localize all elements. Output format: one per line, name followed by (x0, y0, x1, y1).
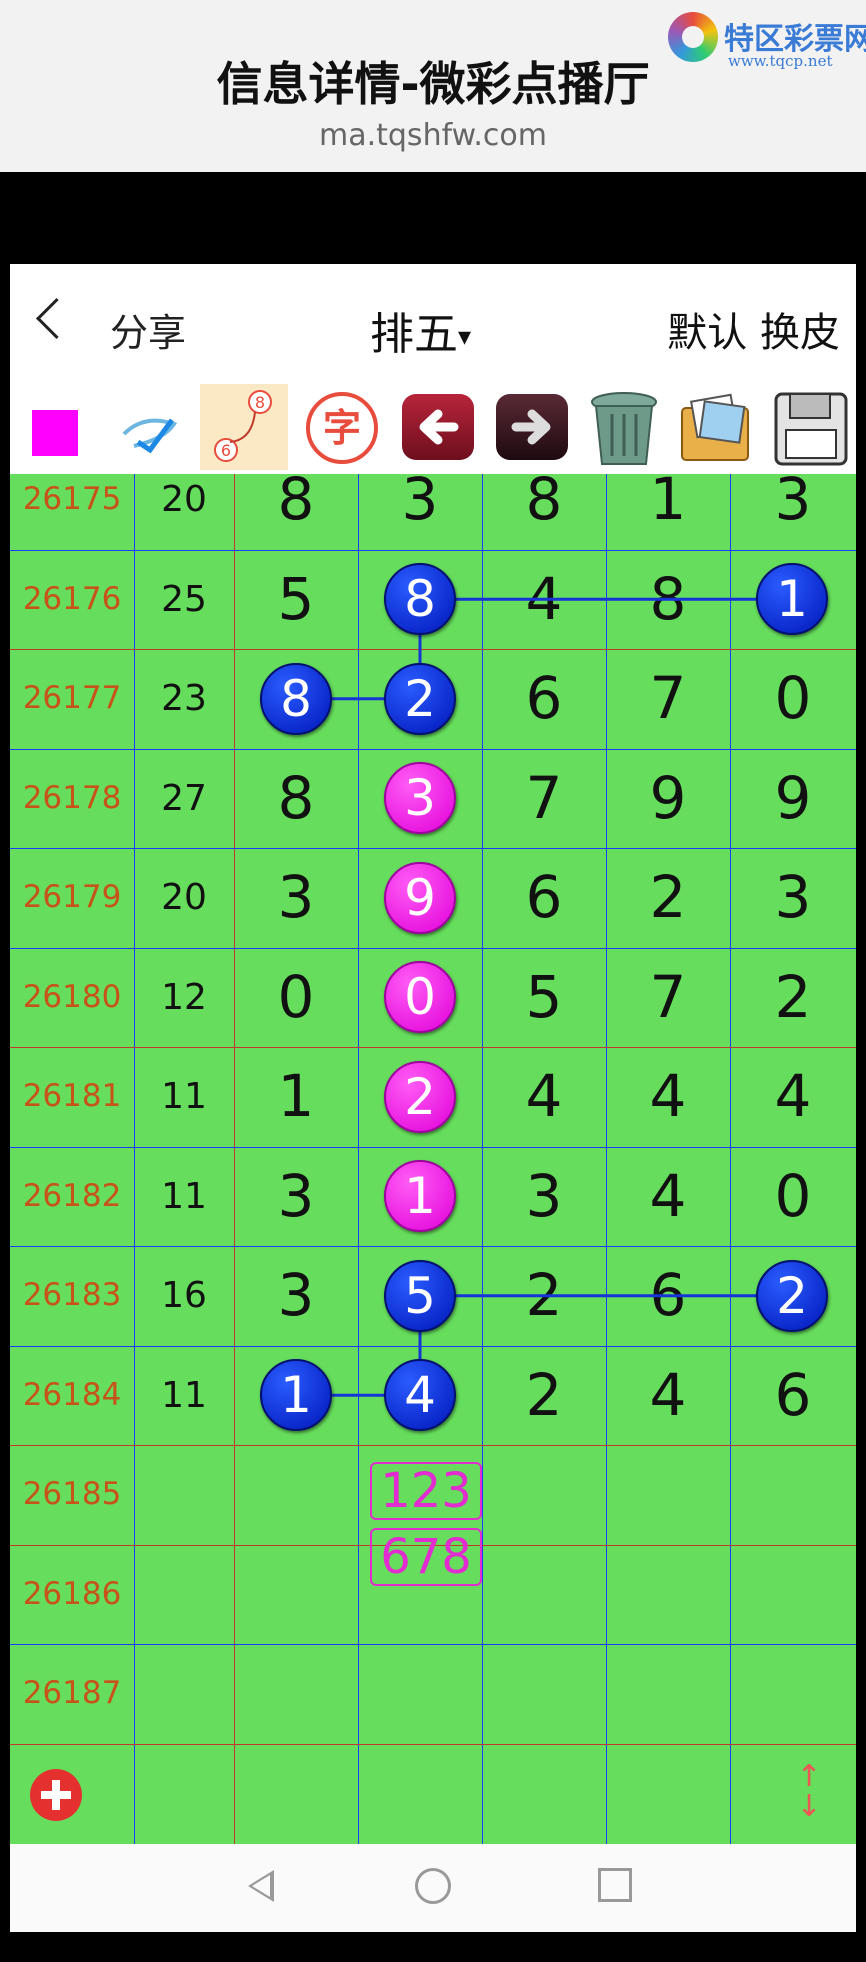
highlight-ball-blue[interactable]: 8 (384, 563, 456, 636)
nav-back-icon[interactable] (248, 1870, 274, 1902)
nav-home-icon[interactable] (415, 1868, 451, 1904)
app-header: 分享 排五▾ 默认 换皮 (10, 264, 856, 380)
highlight-ball-pink[interactable]: 0 (384, 961, 456, 1034)
page-url: ma.tqshfw.com (318, 118, 548, 153)
chevron-left-icon[interactable] (35, 297, 78, 340)
lottery-trend-grid[interactable]: 26175 20 8 3 8 1 3 26176 25 5 4 8 26177 23 6 7 0 26178 27 8… (10, 465, 856, 1920)
prediction-box[interactable]: 678 (370, 1527, 482, 1586)
browser-header: 特区彩票网 www.tqcp.net 信息详情-微彩点播厅 ma.tqshfw.… (0, 0, 866, 172)
highlight-ball-pink[interactable]: 3 (384, 762, 456, 835)
prediction-box[interactable]: 123 (370, 1461, 482, 1520)
highlight-ball-blue[interactable]: 4 (384, 1359, 456, 1432)
app-container: 分享 排五▾ 默认 换皮 8 6 字 26175 20 8 3 8 1 3 26… (10, 264, 856, 1932)
page-title: 信息详情-微彩点播厅 (216, 57, 650, 111)
lottery-title: 排五 (370, 309, 458, 360)
share-button[interactable]: 分享 (110, 302, 186, 357)
highlight-ball-pink[interactable]: 2 (384, 1060, 456, 1133)
plus-circle-icon[interactable] (30, 1769, 82, 1821)
system-nav-bar (10, 1844, 856, 1932)
nav-recent-icon[interactable] (598, 1868, 632, 1902)
svg-text:8: 8 (255, 393, 265, 412)
highlight-ball-blue[interactable]: 1 (260, 1359, 332, 1432)
highlight-ball-blue[interactable]: 2 (756, 1259, 828, 1332)
highlight-ball-blue[interactable]: 5 (384, 1259, 456, 1332)
skin-options[interactable]: 默认 换皮 (667, 300, 840, 358)
highlight-ball-pink[interactable]: 9 (384, 861, 456, 934)
lottery-selector[interactable]: 排五▾ (370, 298, 471, 362)
caret-down-icon: ▾ (458, 322, 472, 352)
highlight-ball-pink[interactable]: 1 (384, 1160, 456, 1233)
highlight-ball-blue[interactable]: 8 (260, 662, 332, 735)
up-down-arrow-icon[interactable]: ↑ ↓ (794, 1762, 824, 1828)
highlight-ball-blue[interactable]: 2 (384, 662, 456, 735)
highlight-ball-blue[interactable]: 1 (756, 563, 828, 636)
